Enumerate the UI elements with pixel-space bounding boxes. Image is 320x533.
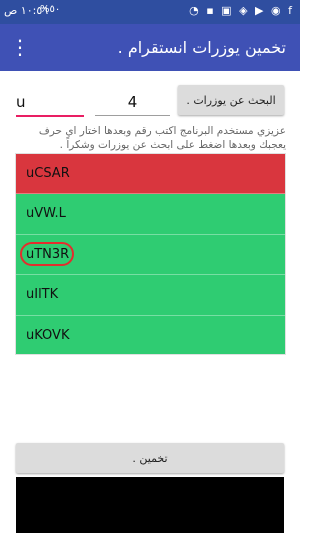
ad-banner <box>16 477 284 533</box>
list-item[interactable]: uVW.L <box>16 194 285 235</box>
list-item[interactable]: uTN3R <box>16 234 285 276</box>
facebook-icon: f <box>288 4 294 17</box>
username-label: uKOVK <box>26 327 70 343</box>
youtube-icon: ▶ <box>255 4 266 17</box>
username-label: uVW.L <box>26 206 66 222</box>
username-label: uIlTK <box>26 287 59 303</box>
instructions-text: عزيزي مستخدم البرنامج اكتب رقم وبعدها اخ… <box>38 125 286 151</box>
wifi-icon: ◔ <box>189 4 201 17</box>
username-label: uTN3R <box>26 246 70 262</box>
notification-icons: ◔ ▪ ▣ ◈ ▶ ◉ f <box>189 4 294 17</box>
guess-button[interactable]: تخمين . <box>16 443 284 473</box>
app-bar: ⋮ تخمين يوزرات انستقرام . <box>0 24 300 71</box>
list-item[interactable]: uKOVK <box>16 315 285 354</box>
status-bar: ١٠:٥٦ ص %٥٠ ◔ ▪ ▣ ◈ ▶ ◉ f <box>0 0 300 24</box>
page-title: تخمين يوزرات انستقرام . <box>117 38 286 57</box>
search-usernames-button[interactable]: البحث عن يوزرات . <box>178 85 284 115</box>
more-vertical-icon[interactable]: ⋮ <box>10 33 30 61</box>
photos-icon: ▣ <box>221 4 234 17</box>
shield-icon: ◈ <box>239 4 250 17</box>
results-list: uCSAR uVW.L uTN3R uIlTK uKOVK <box>15 153 286 355</box>
messenger-icon: ◉ <box>271 4 283 17</box>
list-item[interactable]: uIlTK <box>16 275 285 316</box>
location-icon: ▪ <box>206 4 216 17</box>
letters-field[interactable] <box>16 89 84 117</box>
battery-percent: %٥٠ <box>40 4 61 15</box>
count-field[interactable] <box>95 89 170 116</box>
username-label: uCSAR <box>26 166 70 181</box>
list-item[interactable]: uCSAR <box>16 154 285 195</box>
